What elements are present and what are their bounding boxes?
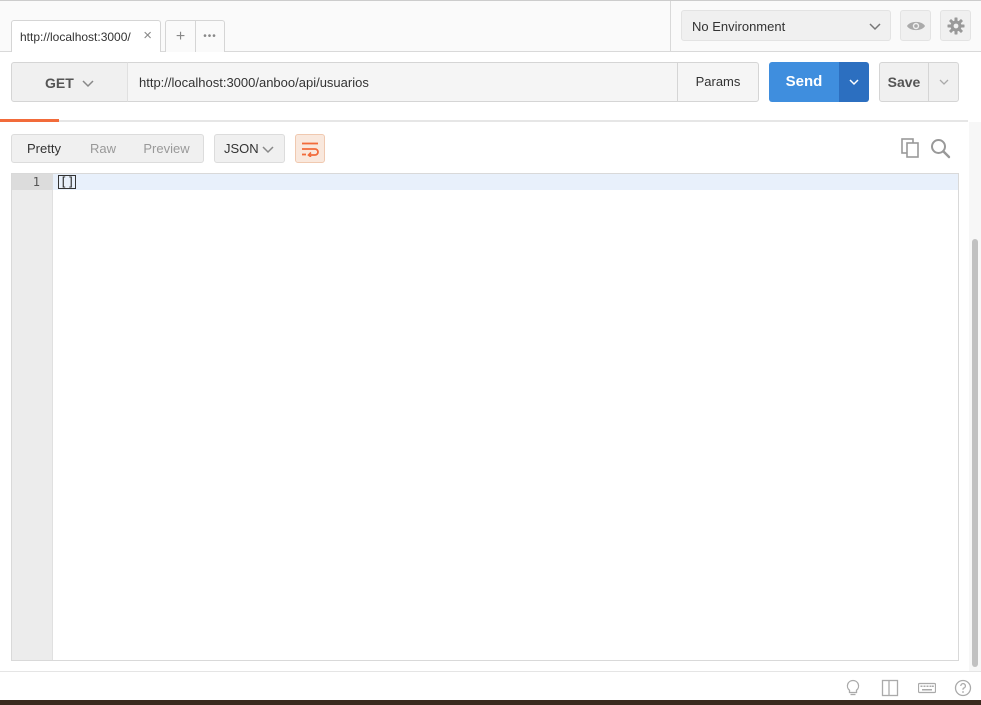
close-icon[interactable]: ×	[143, 27, 152, 44]
view-pretty[interactable]: Pretty	[12, 135, 76, 162]
code-content: []	[58, 175, 77, 189]
chevron-down-icon	[939, 79, 948, 85]
tab-actions: + •••	[165, 20, 225, 52]
save-button[interactable]: Save	[879, 62, 929, 102]
code-line: []	[58, 175, 77, 189]
environment-select[interactable]: No Environment	[681, 10, 891, 41]
url-text: http://localhost:3000/anboo/api/usuarios	[139, 75, 369, 90]
status-bar	[0, 671, 981, 700]
plus-icon[interactable]: +	[166, 21, 195, 52]
request-bar: GET http://localhost:3000/anboo/api/usua…	[0, 52, 981, 112]
wrap-icon[interactable]	[295, 134, 325, 163]
search-icon[interactable]	[929, 137, 951, 159]
view-raw[interactable]: Raw	[76, 135, 130, 162]
line-gutter: 1	[12, 174, 53, 660]
tab-bar: http://localhost:3000/ × + ••• No Enviro…	[0, 1, 981, 52]
response-divider	[0, 120, 968, 122]
environment-label: No Environment	[692, 19, 786, 34]
format-select[interactable]: JSON	[214, 134, 285, 163]
method-label: GET	[45, 75, 74, 91]
help-icon[interactable]	[954, 679, 972, 697]
send-button[interactable]: Send	[769, 62, 839, 102]
response-view-toggle: Pretty Raw Preview	[11, 134, 204, 163]
method-select[interactable]: GET	[11, 62, 128, 102]
app-window: http://localhost:3000/ × + ••• No Enviro…	[0, 0, 981, 700]
chevron-down-icon	[849, 79, 859, 86]
copy-icon[interactable]	[899, 137, 921, 159]
chevron-down-icon	[262, 146, 274, 154]
keyboard-icon[interactable]	[918, 679, 936, 697]
active-line-highlight	[12, 174, 958, 190]
more-icon[interactable]: •••	[194, 21, 224, 52]
chevron-down-icon	[869, 23, 881, 31]
tab-title: http://localhost:3000/	[20, 30, 131, 44]
params-button[interactable]: Params	[677, 62, 759, 102]
response-body-editor[interactable]: 1 []	[11, 173, 959, 661]
scrollbar-thumb[interactable]	[972, 239, 978, 667]
send-dropdown-button[interactable]	[839, 62, 869, 102]
divider	[670, 1, 671, 52]
save-dropdown-button[interactable]	[928, 62, 959, 102]
response-section-accent	[0, 119, 59, 122]
line-number: 1	[32, 175, 40, 189]
gear-icon[interactable]	[940, 10, 971, 41]
format-label: JSON	[224, 141, 259, 156]
eye-icon[interactable]	[900, 10, 931, 41]
two-pane-icon[interactable]	[881, 679, 899, 697]
url-input[interactable]: http://localhost:3000/anboo/api/usuarios	[127, 62, 678, 102]
lightbulb-icon[interactable]	[844, 679, 862, 697]
view-preview[interactable]: Preview	[130, 135, 203, 162]
chevron-down-icon	[82, 80, 94, 88]
request-tab[interactable]: http://localhost:3000/ ×	[11, 20, 161, 52]
